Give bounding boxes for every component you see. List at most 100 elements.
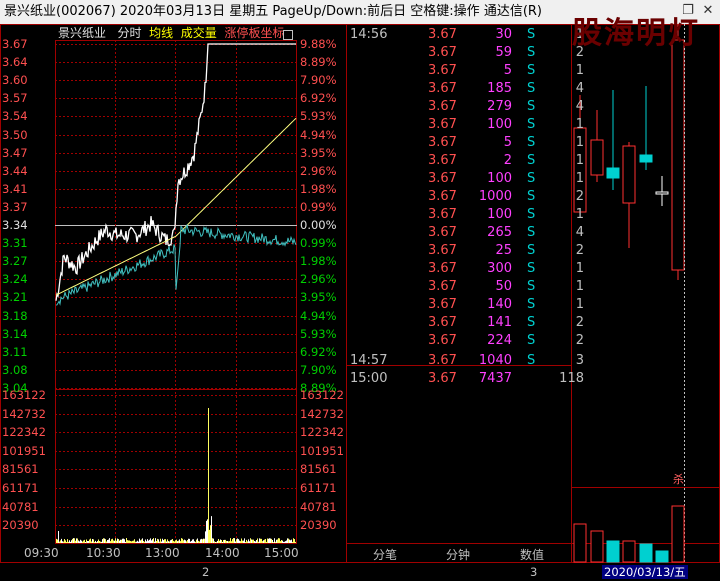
price-tick-label: 3.60 [2,73,28,88]
tick-cnt: 1 [575,279,584,294]
volume-label: 成交量 [180,26,217,40]
price-tick-label: 3.37 [2,199,28,214]
time-tick-label: 15:00 [264,546,299,560]
time-tick-label: 10:30 [86,546,121,560]
pct-tick-label: 2.96% [300,163,337,178]
candle-body [639,154,653,163]
tick-row[interactable]: 3.67 1000 S 2 [346,188,584,206]
price-tick-label: 3.31 [2,236,28,251]
price-tick-label: 3.57 [2,91,28,106]
tick-row[interactable]: 3.67 2 S 1 [346,152,584,170]
tick-vol: 25 [495,243,512,258]
tick-row[interactable]: 3.67 50 S 1 [346,278,584,296]
kline-volume-bar [655,550,669,563]
tick-vol: 1000 [478,189,512,204]
volume-tick-label: 81561 [300,462,337,477]
kline-marker: 杀 [673,473,684,486]
tick-vol: 100 [487,171,512,186]
tick-time [350,44,406,62]
tab-fenbi[interactable]: 分笔 [373,546,397,563]
tick-vol: 300 [487,261,512,276]
kline-volume-bar [639,543,653,563]
volume-tick-label: 40781 [300,499,337,514]
mode-label[interactable]: 分时 [117,26,141,40]
tick-time [350,332,406,350]
tick-cnt: 2 [575,243,584,258]
tick-cnt: 1 [575,135,584,150]
tick-cnt: 4 [575,225,584,240]
tick-vol: 185 [487,81,512,96]
pct-tick-label: 1.98% [300,181,337,196]
pct-tick-label: 1.98% [300,254,337,269]
price-grid [55,40,297,544]
tick-row[interactable]: 3.67 300 S 1 [346,260,584,278]
tick-time [350,296,406,314]
tab-fenzhong[interactable]: 分钟 [446,546,470,563]
tick-vol: 140 [487,297,512,312]
tick-time: 14:57 [350,353,388,368]
tick-row[interactable]: 3.67 279 S 4 [346,98,584,116]
tick-time [350,206,406,224]
tick-row[interactable]: 3.67 5 S 1 [346,62,584,80]
tick-cnt: 1 [575,171,584,186]
volume-tick-label: 20390 [2,518,39,533]
tick-row[interactable]: 3.67 5 S 1 [346,134,584,152]
tick-row[interactable]: 3.67 185 S 4 [346,80,584,98]
candle-body [590,139,604,176]
tick-cnt: 2 [575,333,584,348]
time-tick-label: 13:00 [145,546,180,560]
price-tick-label: 3.14 [2,326,28,341]
candle-body [671,39,685,271]
tick-vol: 59 [495,45,512,60]
tick-vol: 5 [503,63,512,78]
tick-row[interactable]: 14:57 3.67 1040 S 3 [346,352,584,370]
tick-cnt: 2 [575,189,584,204]
tick-row[interactable]: 3.67 59 S 2 [346,44,584,62]
tick-vol: 2 [503,153,512,168]
tick-row[interactable]: 14:56 3.67 30 S 1 [346,26,584,44]
pct-tick-label: 3.95% [300,290,337,305]
pct-tick-label: 9.88% [300,37,337,51]
pct-tick-label: 6.92% [300,91,337,106]
tick-cnt: 118 [559,371,584,386]
tick-cnt: 4 [575,99,584,114]
marker-2[interactable]: 2 [202,565,209,579]
volume-tick-label: 122342 [300,425,344,440]
price-tick-label: 3.27 [2,254,28,269]
tick-row[interactable]: 3.67 100 S 1 [346,206,584,224]
volume-tick-label: 101951 [2,443,46,458]
tick-vol: 224 [487,333,512,348]
limit-coord-label[interactable]: 涨停板坐标 [224,26,284,40]
pct-tick-label: 0.00% [300,218,337,232]
tick-row[interactable]: 3.67 141 S 2 [346,314,584,332]
kline-volume-bar [590,530,604,563]
tick-row[interactable]: 3.67 100 S 1 [346,116,584,134]
tick-time: 15:00 [350,371,388,386]
tick-row[interactable]: 15:00 3.67 7437 118 [346,370,584,388]
tick-row[interactable]: 3.67 224 S 2 [346,332,584,350]
tick-cnt: 1 [575,153,584,168]
settings-box-icon[interactable] [283,30,293,40]
volume-tick-label: 81561 [2,462,39,477]
tick-cnt: 2 [575,315,584,330]
pct-tick-label: 5.93% [300,326,337,341]
marker-3[interactable]: 3 [530,565,537,579]
time-tick-label: 14:00 [205,546,240,560]
tick-row[interactable]: 3.67 100 S 1 [346,170,584,188]
pct-tick-label: 7.90% [300,362,337,377]
tick-time [350,98,406,116]
tick-row[interactable]: 3.67 25 S 2 [346,242,584,260]
tick-vol: 100 [487,117,512,132]
volume-tick-label: 101951 [300,443,344,458]
price-tick-label: 3.54 [2,109,28,124]
tick-row[interactable]: 3.67 265 S 4 [346,224,584,242]
tick-cnt: 1 [575,207,584,222]
volume-tick-label: 163122 [300,388,344,402]
tab-shuzhi[interactable]: 数值 [520,546,544,563]
tick-time [350,188,406,206]
tick-cnt: 3 [575,353,584,368]
price-tick-label: 3.50 [2,127,28,142]
tick-time [350,62,406,80]
price-tick-label: 3.21 [2,290,28,305]
tick-row[interactable]: 3.67 140 S 1 [346,296,584,314]
